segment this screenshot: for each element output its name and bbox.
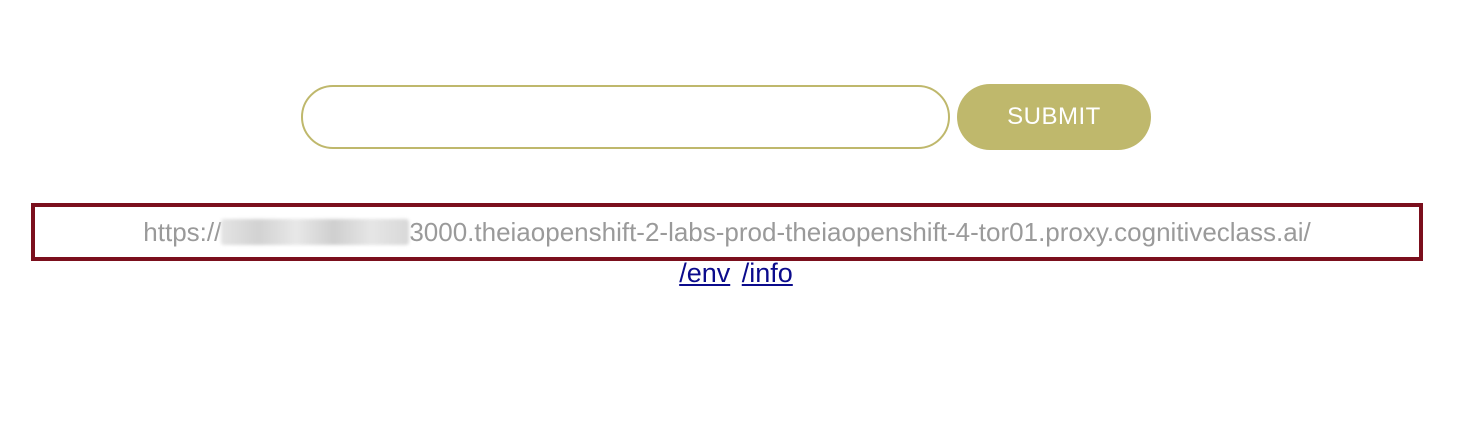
url-form: SUBMIT bbox=[301, 84, 1151, 150]
highlighted-url-box: https:// 3000.theiaopenshift-2-labs-prod-… bbox=[31, 203, 1423, 261]
redacted-url-segment bbox=[221, 218, 410, 245]
info-link[interactable]: /info bbox=[742, 258, 793, 288]
env-link[interactable]: /env bbox=[679, 258, 730, 288]
page: SUBMIT https:// 3000.theiaopenshift-2-lab… bbox=[0, 0, 1472, 432]
url-input[interactable] bbox=[301, 85, 950, 149]
app-url: https:// 3000.theiaopenshift-2-labs-prod-… bbox=[143, 217, 1310, 248]
url-prefix: https:// bbox=[143, 216, 222, 247]
endpoint-links: /env /info bbox=[0, 258, 1472, 289]
submit-button[interactable]: SUBMIT bbox=[957, 84, 1151, 150]
url-suffix: 3000.theiaopenshift-2-labs-prod-theiaope… bbox=[409, 216, 1311, 247]
